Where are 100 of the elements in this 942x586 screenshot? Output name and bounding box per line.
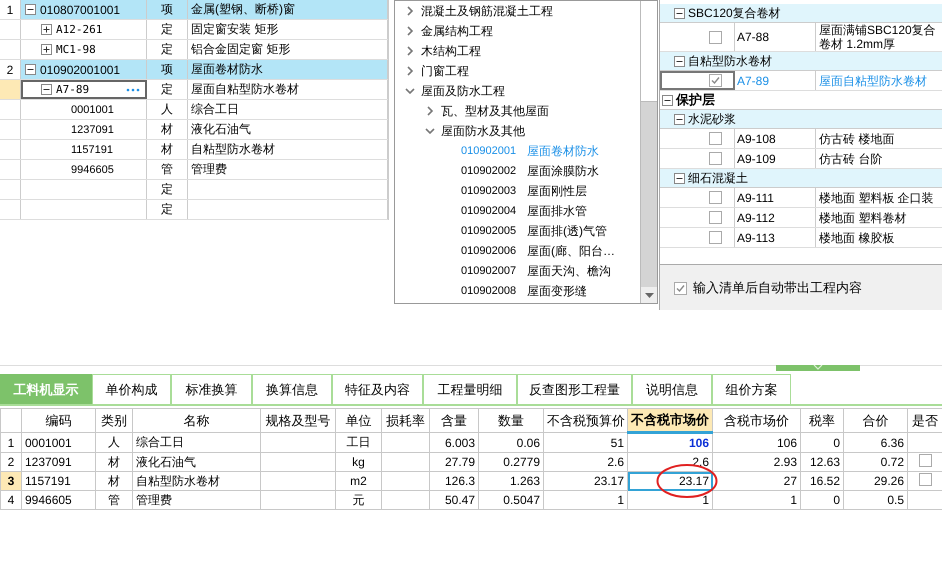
table-cell: m2: [336, 472, 382, 490]
chapter-item[interactable]: 木结构工程: [421, 42, 481, 60]
column-header[interactable]: 单位: [336, 408, 382, 432]
quota-row[interactable]: A12-261 定 固定窗安装 矩形: [0, 20, 388, 40]
collapse-icon[interactable]: [662, 94, 673, 106]
chapter-code: 010902003: [461, 185, 518, 197]
checkbox[interactable]: [918, 473, 932, 486]
type-cell: 定: [161, 41, 173, 58]
chapter-leaf[interactable]: 010902008 屋面变形缝: [395, 281, 640, 301]
resource-row[interactable]: 0001001 人 综合工日: [0, 100, 388, 120]
collapse-icon[interactable]: [674, 114, 685, 124]
quota-name: 仿古砖 楼地面: [819, 132, 894, 146]
chapter-leaf[interactable]: 010902007 屋面天沟、檐沟: [395, 261, 640, 281]
column-header[interactable]: 类别: [96, 408, 132, 432]
checkbox[interactable]: [709, 30, 722, 44]
quota-row[interactable]: 定: [0, 180, 388, 200]
column-header[interactable]: 税率: [800, 408, 844, 432]
column-header[interactable]: 不含税预算价: [544, 408, 628, 432]
chapter-leaf[interactable]: 010902004 屋面排水管: [395, 201, 640, 221]
more-icon[interactable]: [126, 88, 140, 92]
checkbox[interactable]: [709, 191, 722, 204]
chapter-item[interactable]: 门窗工程: [421, 62, 469, 80]
chapter-item[interactable]: 屋面防水及其他: [441, 122, 525, 140]
checkbox[interactable]: [709, 132, 722, 145]
column-header[interactable]: 合价: [844, 408, 908, 432]
chapter-item[interactable]: 混凝土及钢筋混凝土工程: [421, 2, 553, 20]
tab[interactable]: 单价构成: [92, 374, 171, 404]
bill-row[interactable]: 2 010902001001 项 屋面卷材防水: [0, 60, 388, 80]
chevron-down-icon[interactable]: [405, 86, 415, 96]
chevron-right-icon[interactable]: [425, 106, 435, 116]
tab[interactable]: 标准换算: [171, 374, 252, 404]
code-cell: 1237091: [71, 124, 114, 136]
type-cell: 定: [161, 181, 173, 198]
tab[interactable]: 工程量明细: [423, 374, 517, 404]
resource-row[interactable]: 1237091 材 液化石油气: [0, 120, 388, 140]
chapter-leaf[interactable]: 010902006 屋面(廊、阳台…: [395, 241, 640, 261]
quota-code: A9-111: [737, 190, 774, 204]
quota-name: 楼地面 橡胶板: [819, 230, 894, 244]
chapter-leaf[interactable]: 010902002 屋面涂膜防水: [395, 161, 640, 181]
tab[interactable]: 换算信息: [252, 374, 332, 404]
column-header[interactable]: 是否: [908, 408, 942, 432]
checkbox[interactable]: [709, 211, 722, 224]
column-header[interactable]: 数量: [478, 408, 544, 432]
expand-icon[interactable]: [41, 44, 52, 55]
collapse-icon[interactable]: [674, 172, 685, 184]
scrollbar[interactable]: [640, 1, 657, 303]
column-header[interactable]: 规格及型号: [260, 408, 336, 432]
chapter-name: 屋面(廊、阳台…: [527, 242, 615, 260]
table-cell: 29.26: [844, 472, 908, 490]
code-cell: 010807001001: [40, 2, 120, 16]
column-header[interactable]: 编码: [22, 408, 96, 432]
collapse-icon[interactable]: [674, 8, 685, 18]
checkbox[interactable]: [918, 454, 932, 467]
chapter-code: 010902005: [461, 225, 518, 237]
code-cell: A12-261: [56, 23, 102, 36]
checkbox[interactable]: [674, 282, 687, 294]
collapse-icon[interactable]: [25, 4, 36, 15]
type-cell: 定: [161, 21, 173, 38]
name-cell: 综合工日: [191, 101, 239, 118]
resource-row[interactable]: 1157191 材 自粘型防水卷材: [0, 140, 388, 160]
splitter-handle[interactable]: [776, 365, 860, 371]
tab[interactable]: 组价方案: [712, 374, 791, 404]
table-cell: 1: [712, 490, 800, 510]
collapse-icon[interactable]: [41, 84, 52, 95]
collapse-icon[interactable]: [674, 56, 685, 66]
checkbox[interactable]: [709, 152, 722, 165]
tab[interactable]: 说明信息: [632, 374, 712, 404]
expand-icon[interactable]: [41, 24, 52, 35]
scroll-down-icon[interactable]: [644, 292, 654, 298]
table-cell: 液化石油气: [132, 452, 260, 472]
table-cell: 1157191: [22, 472, 96, 490]
column-header[interactable]: 损耗率: [382, 408, 430, 432]
code-cell: 1157191: [71, 144, 114, 156]
chapter-leaf[interactable]: 010902005 屋面排(透)气管: [395, 221, 640, 241]
type-cell: 项: [161, 1, 173, 18]
chapter-item[interactable]: 屋面及防水工程: [421, 82, 505, 100]
collapse-icon[interactable]: [25, 64, 36, 75]
chevron-down-icon[interactable]: [425, 126, 435, 136]
table-cell: 106: [712, 432, 800, 452]
checkbox[interactable]: [709, 74, 722, 87]
chapter-leaf[interactable]: 010902003 屋面刚性层: [395, 181, 640, 201]
bill-row[interactable]: 1 010807001001 项 金属(塑钢、断桥)窗: [0, 0, 388, 20]
row-number: 2: [6, 62, 14, 76]
chapter-name: 屋面排水管: [527, 202, 587, 220]
resource-row[interactable]: 9946605 管 管理费: [0, 160, 388, 180]
checkbox[interactable]: [709, 231, 722, 244]
type-cell: 定: [161, 81, 173, 98]
chapter-item[interactable]: 瓦、型材及其他屋面: [441, 102, 549, 120]
column-header[interactable]: 含量: [430, 408, 478, 432]
chapter-item[interactable]: 金属结构工程: [421, 22, 493, 40]
table-cell: 23.17: [544, 472, 628, 490]
tab[interactable]: 特征及内容: [332, 374, 423, 404]
column-header[interactable]: 不含税市场价: [628, 408, 712, 432]
quota-code: A7-89: [737, 74, 770, 88]
column-header[interactable]: 名称: [132, 408, 260, 432]
column-header[interactable]: 含税市场价: [712, 408, 800, 432]
table-cell: 0.72: [844, 452, 908, 472]
quota-row[interactable]: A7-89 定 屋面自粘型防水卷材: [0, 80, 388, 100]
quota-row[interactable]: 定: [0, 200, 388, 220]
tab[interactable]: 反查图形工程量: [517, 374, 632, 404]
